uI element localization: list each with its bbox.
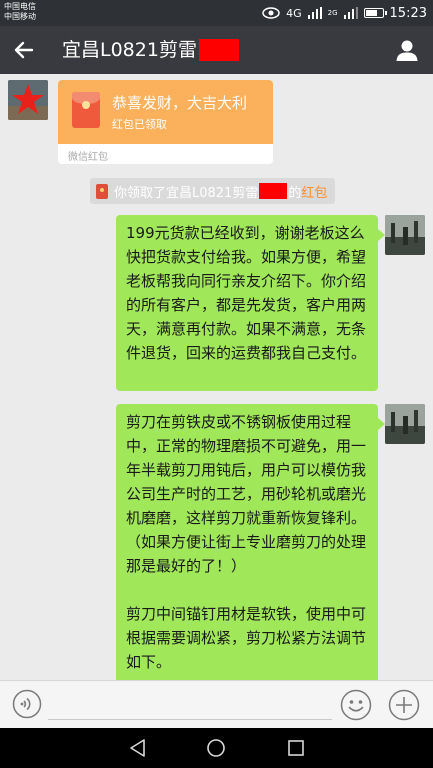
contact-avatar-image	[8, 80, 48, 120]
nav-recent-apps-icon[interactable]	[286, 738, 306, 758]
battery-level	[365, 10, 377, 16]
signal-2g-label: 2G	[327, 9, 338, 17]
red-packet-greeting: 恭喜发财，大吉大利	[112, 94, 248, 112]
red-packet-status: 红包已领取	[112, 118, 167, 131]
nav-home-icon[interactable]	[206, 738, 226, 758]
red-packet-message[interactable]: 恭喜发财，大吉大利 红包已领取 微信红包	[58, 80, 273, 164]
red-packet-link[interactable]: 红包	[301, 182, 327, 201]
battery-icon	[363, 8, 387, 18]
my-avatar-image	[385, 404, 425, 444]
message-text: 199元货款已经收到，谢谢老板这么快把货款支付给我。如果方便，希望老板帮我向同行…	[126, 224, 367, 362]
redaction-block-small	[259, 183, 288, 199]
chat-header: 宜昌L0821剪雷	[0, 26, 433, 74]
message-bubble-outgoing[interactable]: 199元货款已经收到，谢谢老板这么快把货款支付给我。如果方便，希望老板帮我向同行…	[116, 215, 385, 391]
my-avatar[interactable]	[385, 404, 425, 444]
red-packet-footer: 微信红包	[68, 152, 108, 163]
system-notice-text: 你领取了宜昌L0821剪雷	[114, 185, 259, 201]
message-bubble-outgoing[interactable]: 剪刀在剪铁皮或不锈钢板使用过程中，正常的物理磨损不可避免，用一年半载剪刀用钝后，…	[116, 404, 385, 680]
message-input[interactable]	[48, 689, 332, 720]
clock: 15:23	[389, 5, 427, 21]
emoji-icon[interactable]	[340, 689, 372, 721]
status-bar: 中国电信 中国移动 4G 2G 15:23	[0, 0, 433, 26]
plus-icon[interactable]	[388, 689, 420, 721]
red-packet-banner: 恭喜发财，大吉大利 红包已领取	[58, 80, 273, 144]
system-nav-bar	[0, 728, 433, 768]
signal-bars-icon	[307, 7, 322, 19]
system-notice-mid: 的	[288, 185, 302, 201]
message-text: 剪刀在剪铁皮或不锈钢板使用过程中，正常的物理磨损不可避免，用一年半载剪刀用钝后，…	[126, 413, 367, 575]
voice-icon[interactable]	[12, 689, 42, 719]
person-icon[interactable]	[395, 38, 419, 62]
contact-name: 宜昌L0821剪雷	[62, 39, 197, 61]
back-arrow-icon[interactable]	[10, 36, 38, 64]
redaction-block	[198, 39, 239, 61]
red-packet-icon	[72, 92, 100, 128]
signal-bars-2-icon	[343, 7, 358, 19]
red-packet-small-icon	[96, 183, 108, 199]
eye-icon	[262, 7, 280, 19]
contact-avatar[interactable]	[8, 80, 48, 120]
signal-4g-label: 4G	[286, 6, 302, 20]
chat-title: 宜昌L0821剪雷	[62, 38, 239, 62]
message-list[interactable]: 恭喜发财，大吉大利 红包已领取 微信红包 你领取了宜昌L0821剪雷 的 红包 …	[0, 74, 433, 680]
nav-back-icon[interactable]	[128, 738, 148, 758]
my-avatar[interactable]	[385, 215, 425, 255]
message-text: 剪刀中间锚钉用材是软铁，使用中可根据需要调松紧，剪刀松紧方法调节如下。	[126, 605, 367, 671]
system-notice: 你领取了宜昌L0821剪雷 的 红包	[90, 178, 336, 204]
my-avatar-image	[385, 215, 425, 255]
carrier-info: 中国电信 中国移动	[4, 2, 36, 22]
carrier-1: 中国电信	[4, 2, 36, 11]
status-indicators: 4G 2G 15:23	[262, 4, 427, 22]
carrier-2: 中国移动	[4, 12, 36, 21]
input-bar	[0, 680, 433, 728]
